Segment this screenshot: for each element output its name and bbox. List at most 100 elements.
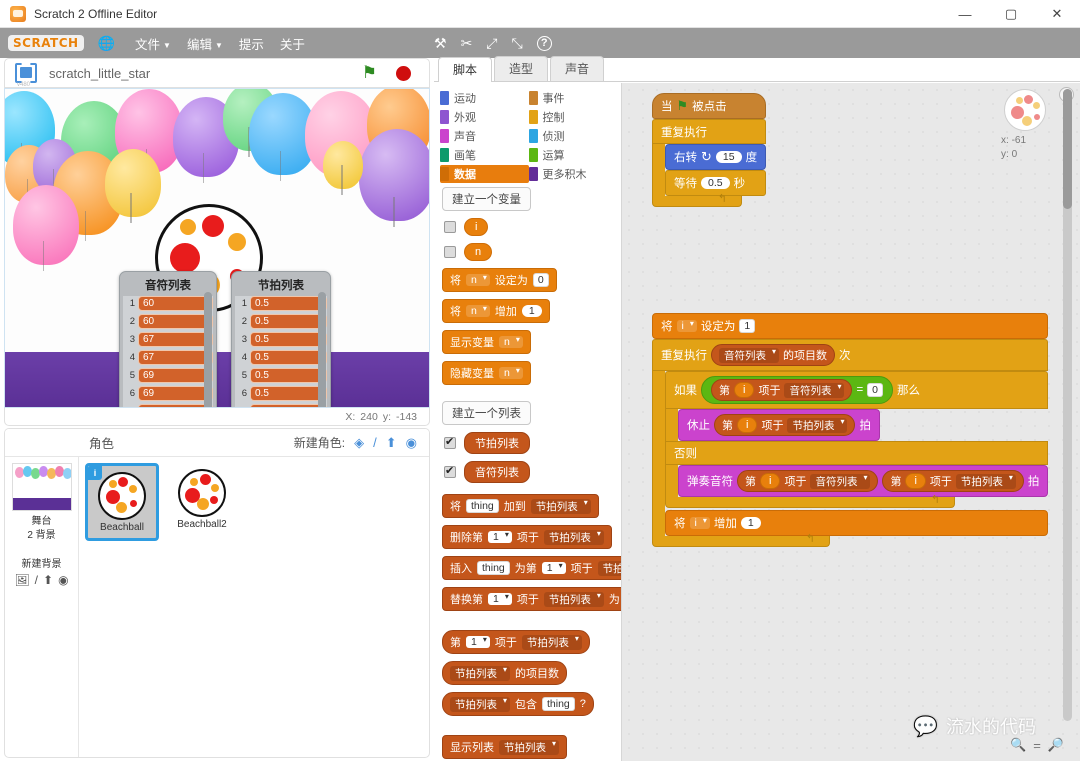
block-replace-item-list[interactable]: 替换第 1 项于 节拍列表 为 thing bbox=[442, 587, 621, 611]
help-icon[interactable]: ? bbox=[537, 36, 552, 51]
block-show-variable[interactable]: 显示变量 n bbox=[442, 330, 531, 354]
block-play-note-for-beats[interactable]: 弹奏音符 第 i 项于 音符列表 第 i bbox=[678, 465, 1048, 497]
sprite-card-beachball2[interactable]: Beachball2 bbox=[165, 463, 239, 541]
category-pen[interactable]: 画笔 bbox=[440, 146, 529, 164]
block-hide-variable[interactable]: 隐藏变量 n bbox=[442, 361, 531, 385]
value-input[interactable]: 1 bbox=[522, 305, 542, 317]
variable-dropdown[interactable]: n bbox=[499, 336, 523, 348]
variable-checkbox[interactable] bbox=[444, 246, 456, 258]
stage-thumbnail[interactable] bbox=[12, 463, 72, 511]
shrink-icon[interactable]: ⤡ bbox=[512, 35, 523, 52]
block-equals[interactable]: 第 i 项于 音符列表 = 0 bbox=[701, 376, 893, 404]
list-watcher-notes[interactable]: 音符列表 160 260 367 467 569 669 767 + 长度: 4… bbox=[119, 271, 217, 408]
camera-icon[interactable]: ◉ bbox=[58, 573, 68, 587]
row-value[interactable]: 67 bbox=[138, 350, 213, 365]
value-input[interactable]: 0 bbox=[533, 273, 549, 287]
row-value[interactable]: 0.5 bbox=[250, 332, 327, 347]
block-turn-right[interactable]: 右转 ↻ 15 度 bbox=[665, 144, 766, 170]
variable-dropdown[interactable]: i bbox=[677, 320, 697, 332]
category-operators[interactable]: 运算 bbox=[529, 146, 618, 164]
row-value[interactable]: 0.5 bbox=[250, 296, 327, 311]
block-item-of-beats[interactable]: 第 i 项于 节拍列表 bbox=[882, 470, 1023, 492]
category-sensing[interactable]: 侦测 bbox=[529, 127, 618, 145]
block-length-of-list[interactable]: 节拍列表 的项目数 bbox=[442, 661, 567, 685]
row-value[interactable]: 0.5 bbox=[250, 350, 327, 365]
block-forever[interactable]: 重复执行 bbox=[652, 119, 766, 144]
block-change-i-by-1[interactable]: 将 i 增加 1 bbox=[665, 510, 1048, 536]
close-button[interactable]: ✕ bbox=[1034, 0, 1080, 28]
camera-icon[interactable]: ◉ bbox=[406, 435, 417, 451]
block-if-else[interactable]: 如果 第 i 项于 音符列表 = 0 bbox=[665, 371, 1048, 409]
row-value[interactable]: 69 bbox=[138, 386, 213, 401]
variable-reporter-i[interactable]: i bbox=[734, 382, 754, 398]
block-list-contains[interactable]: 节拍列表 包含 thing ? bbox=[442, 692, 594, 716]
block-length-of-notes[interactable]: 音符列表 的项目数 bbox=[711, 344, 835, 366]
script-play-song[interactable]: 将 i 设定为 1 重复执行 音符列表 的项目数 次 bbox=[652, 313, 1048, 547]
canvas-scrollbar[interactable] bbox=[1063, 89, 1072, 721]
menu-tips[interactable]: 提示 bbox=[239, 34, 264, 53]
list-checkbox[interactable] bbox=[444, 466, 456, 478]
small-stage-icon[interactable]: v480 bbox=[15, 63, 37, 83]
tab-sounds[interactable]: 声音 bbox=[550, 56, 604, 81]
script-canvas[interactable]: x: -61 y: 0 ? 当 ⚑ 被点击 重复执行 bbox=[622, 83, 1080, 761]
list-reporter-beats[interactable]: 节拍列表 bbox=[464, 432, 530, 454]
category-looks[interactable]: 外观 bbox=[440, 108, 529, 126]
row-value[interactable]: 60 bbox=[138, 314, 213, 329]
index-dropdown[interactable]: 1 bbox=[466, 636, 490, 648]
variable-checkbox[interactable] bbox=[444, 221, 456, 233]
image-icon[interactable]: 🖼 bbox=[14, 573, 29, 587]
list-reporter-notes[interactable]: 音符列表 bbox=[464, 461, 530, 483]
upload-icon[interactable]: ⬆ bbox=[43, 573, 53, 587]
variable-dropdown[interactable]: n bbox=[466, 274, 490, 286]
sprite-card-beachball[interactable]: i Beachball bbox=[85, 463, 159, 541]
index-dropdown[interactable]: 1 bbox=[542, 562, 566, 574]
category-sound[interactable]: 声音 bbox=[440, 127, 529, 145]
zoom-in-icon[interactable]: 🔎 bbox=[1048, 737, 1064, 753]
block-wait[interactable]: 等待 0.5 秒 bbox=[665, 170, 766, 196]
block-set-variable[interactable]: 将 n 设定为 0 bbox=[442, 268, 557, 292]
watcher-scrollbar[interactable] bbox=[318, 292, 326, 408]
list-dropdown[interactable]: 节拍列表 bbox=[450, 697, 510, 712]
list-dropdown[interactable]: 节拍列表 bbox=[544, 530, 604, 545]
list-dropdown[interactable]: 节拍列表 bbox=[956, 474, 1016, 489]
menu-file[interactable]: 文件▼ bbox=[135, 34, 171, 53]
cut-icon[interactable]: ✂ bbox=[461, 35, 473, 52]
zoom-reset-button[interactable]: = bbox=[1033, 738, 1041, 753]
variable-dropdown[interactable]: n bbox=[466, 305, 490, 317]
index-dropdown[interactable]: 1 bbox=[488, 531, 512, 543]
menu-edit[interactable]: 编辑▼ bbox=[187, 34, 223, 53]
block-when-flag-clicked[interactable]: 当 ⚑ 被点击 bbox=[652, 93, 766, 119]
stop-button[interactable] bbox=[396, 66, 411, 81]
zoom-out-icon[interactable]: 🔍- bbox=[1010, 737, 1026, 753]
list-dropdown[interactable]: 节拍列表 bbox=[450, 666, 510, 681]
pencil-icon[interactable]: / bbox=[35, 573, 38, 587]
block-add-to-list[interactable]: 将 thing 加到 节拍列表 bbox=[442, 494, 599, 518]
block-change-variable[interactable]: 将 n 增加 1 bbox=[442, 299, 550, 323]
list-dropdown[interactable]: 节拍列表 bbox=[522, 635, 582, 650]
block-insert-at-list[interactable]: 插入 thing 为第 1 项于 节拍列表 bbox=[442, 556, 621, 580]
variable-reporter-i[interactable]: i bbox=[737, 417, 757, 433]
list-dropdown[interactable]: 节拍列表 bbox=[598, 561, 621, 576]
scratch-logo[interactable]: SCRATCH bbox=[8, 35, 84, 51]
row-value[interactable]: 60 bbox=[138, 296, 213, 311]
list-dropdown[interactable]: 音符列表 bbox=[784, 383, 844, 398]
block-repeat-n-times[interactable]: 重复执行 音符列表 的项目数 次 bbox=[652, 339, 1048, 371]
script-rotate[interactable]: 当 ⚑ 被点击 重复执行 右转 ↻ 15 度 bbox=[652, 93, 766, 207]
list-dropdown[interactable]: 音符列表 bbox=[719, 348, 779, 363]
stage-canvas[interactable]: 音符列表 160 260 367 467 569 669 767 + 长度: 4… bbox=[4, 88, 430, 408]
block-item-of-notes[interactable]: 第 i 项于 音符列表 bbox=[737, 470, 878, 492]
variable-reporter-n[interactable]: n bbox=[464, 243, 492, 261]
variable-reporter-i[interactable]: i bbox=[905, 473, 925, 489]
list-watcher-beats[interactable]: 节拍列表 10.5 20.5 30.5 40.5 50.5 60.5 71 + … bbox=[231, 271, 331, 408]
row-value[interactable]: 67 bbox=[138, 404, 213, 408]
pencil-icon[interactable]: / bbox=[373, 435, 377, 450]
thing-input[interactable]: thing bbox=[542, 697, 575, 711]
make-list-button[interactable]: 建立一个列表 bbox=[442, 401, 531, 425]
row-value[interactable]: 67 bbox=[138, 332, 213, 347]
make-variable-button[interactable]: 建立一个变量 bbox=[442, 187, 531, 211]
row-value[interactable]: 0.5 bbox=[250, 386, 327, 401]
variable-reporter-i[interactable]: i bbox=[760, 473, 780, 489]
list-dropdown[interactable]: 音符列表 bbox=[810, 474, 870, 489]
block-set-i-to-1[interactable]: 将 i 设定为 1 bbox=[652, 313, 1048, 339]
row-value[interactable]: 0.5 bbox=[250, 368, 327, 383]
